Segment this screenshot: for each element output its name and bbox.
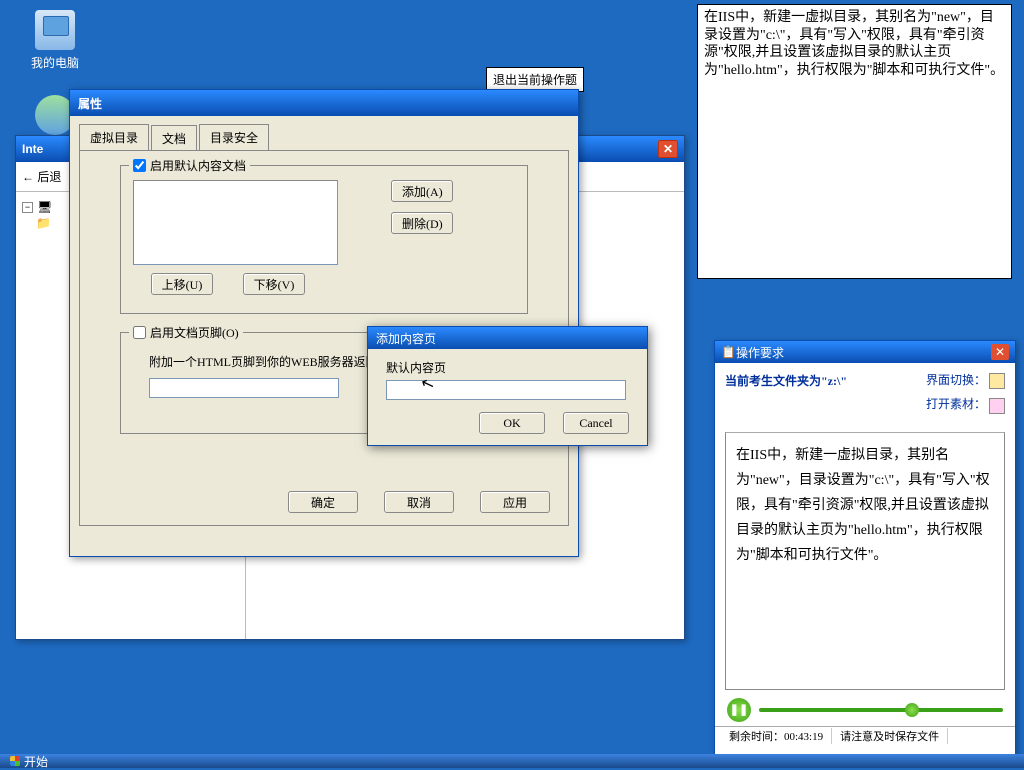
tab-virtual-directory[interactable]: 虚拟目录	[79, 124, 149, 150]
requirements-statusbar: 剩余时间：00:43:19 请注意及时保存文件	[715, 726, 1015, 746]
cancel-button[interactable]: 取消	[384, 491, 454, 513]
close-icon[interactable]: ✕	[658, 140, 678, 158]
start-button[interactable]: 开始	[0, 754, 58, 768]
candidate-folder-label: 当前考生文件夹为"z:\"	[725, 372, 847, 389]
taskbar: 开始	[0, 754, 1024, 768]
addpage-cancel-button[interactable]: Cancel	[563, 412, 629, 434]
tab-documents[interactable]: 文档	[151, 125, 197, 151]
time-remaining-value: 00:43:19	[784, 731, 823, 743]
iis-title-text: Inte	[22, 142, 43, 156]
switch-ui-swatch[interactable]	[989, 373, 1005, 389]
requirements-body[interactable]: 在IIS中，新建一虚拟目录，其别名为"new"，目录设置为"c:\"，具有"写入…	[725, 432, 1005, 690]
default-content-input[interactable]	[386, 380, 626, 400]
instruction-panel-top: 在IIS中，新建一虚拟目录，其别名为"new"，目录设置为"c:\"，具有"写入…	[697, 4, 1012, 279]
back-button[interactable]: ← 后退	[22, 168, 61, 185]
requirements-close-icon[interactable]: ✕	[991, 344, 1009, 360]
enable-default-docs-checkbox[interactable]	[133, 159, 146, 172]
tab-directory-security[interactable]: 目录安全	[199, 124, 269, 150]
add-button[interactable]: 添加(A)	[391, 180, 453, 202]
my-computer-icon[interactable]: 我的电脑	[20, 10, 90, 71]
enable-footer-label: 启用文档页脚(O)	[150, 324, 239, 341]
save-hint: 请注意及时保存文件	[832, 728, 948, 744]
time-remaining-label: 剩余时间：	[729, 731, 784, 743]
open-material-link[interactable]: 打开素材：	[926, 397, 986, 411]
properties-titlebar[interactable]: 属性	[70, 90, 578, 116]
pause-icon[interactable]: ❚❚	[727, 698, 751, 722]
computer-icon	[35, 10, 75, 50]
player-bar: ❚❚	[715, 694, 1015, 726]
movedown-button[interactable]: 下移(V)	[243, 273, 305, 295]
footer-path-input[interactable]	[149, 378, 339, 398]
add-content-title: 添加内容页	[376, 330, 436, 347]
requirements-panel: 📋 操作要求 ✕ 当前考生文件夹为"z:\" 界面切换： 打开素材： 在IIS中…	[714, 340, 1016, 760]
default-content-label: 默认内容页	[386, 359, 629, 376]
open-material-swatch[interactable]	[989, 398, 1005, 414]
default-content-docs-group: 启用默认内容文档 添加(A) 删除(D) 上移(U) 下移(V)	[120, 165, 528, 314]
requirements-titlebar[interactable]: 📋 操作要求 ✕	[715, 341, 1015, 363]
add-content-page-dialog: 添加内容页 默认内容页 OK Cancel	[367, 326, 648, 446]
progress-thumb[interactable]	[905, 703, 919, 717]
add-content-titlebar[interactable]: 添加内容页	[368, 327, 647, 349]
tab-strip: 虚拟目录 文档 目录安全	[70, 116, 578, 150]
requirements-title: 操作要求	[736, 344, 784, 361]
progress-track[interactable]	[759, 708, 1003, 712]
start-label: 开始	[24, 753, 48, 770]
enable-footer-checkbox[interactable]	[133, 326, 146, 339]
default-docs-listbox[interactable]	[133, 180, 338, 265]
moveup-button[interactable]: 上移(U)	[151, 273, 213, 295]
addpage-ok-button[interactable]: OK	[479, 412, 545, 434]
properties-dialog: 属性 虚拟目录 文档 目录安全 启用默认内容文档 添加(A) 删除(D) 上移(…	[69, 89, 579, 557]
apply-button[interactable]: 应用	[480, 491, 550, 513]
desktop-icon-label: 我的电脑	[20, 54, 90, 71]
remove-button[interactable]: 删除(D)	[391, 212, 453, 234]
ok-button[interactable]: 确定	[288, 491, 358, 513]
windows-icon	[10, 756, 20, 766]
enable-default-docs-label: 启用默认内容文档	[150, 157, 246, 174]
switch-ui-link[interactable]: 界面切换：	[926, 373, 986, 387]
properties-title: 属性	[78, 95, 102, 112]
